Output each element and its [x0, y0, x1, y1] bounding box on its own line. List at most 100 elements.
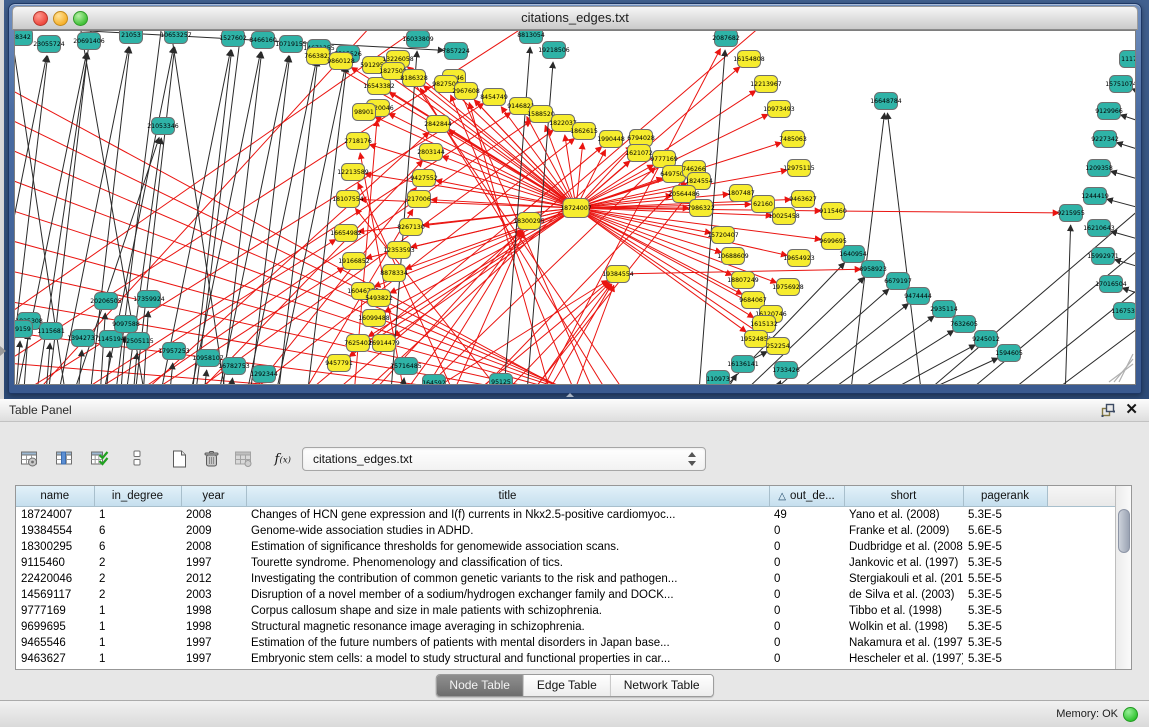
node-table-grid[interactable]: namein_degreeyeartitle△out_de...shortpag…	[16, 486, 1115, 667]
network-node[interactable]: 7485063	[779, 131, 807, 148]
network-node[interactable]: 18107554	[332, 191, 364, 208]
network-node[interactable]: 20206505	[90, 293, 122, 310]
table-cell[interactable]: 5.3E-5	[963, 635, 1047, 651]
network-node-hub[interactable]: 18724007	[560, 199, 592, 218]
network-node[interactable]: 12975115	[783, 160, 815, 177]
table-cell[interactable]: 0	[769, 539, 844, 555]
network-node[interactable]: 252254	[766, 338, 790, 355]
row-height-button[interactable]	[124, 445, 150, 471]
network-node[interactable]: 6794028	[627, 130, 655, 147]
table-row[interactable]: 911546021997Tourette syndrome. Phenomeno…	[16, 555, 1115, 571]
table-row[interactable]: 969969511998Structural magnetic resonanc…	[16, 619, 1115, 635]
table-cell[interactable]: Stergiakouli et al. (2012)	[844, 571, 963, 587]
table-cell[interactable]: 1	[94, 619, 181, 635]
table-cell[interactable]: Changes of HCN gene expression and I(f) …	[246, 507, 769, 524]
network-node[interactable]: 11172	[1120, 51, 1136, 68]
column-header-pagerank[interactable]: pagerank	[963, 486, 1047, 507]
table-cell[interactable]: Hescheler et al. (1997)	[844, 651, 963, 667]
column-header-short[interactable]: short	[844, 486, 963, 507]
network-node[interactable]: 1807487	[727, 185, 755, 202]
scrollbar-thumb[interactable]	[1118, 509, 1130, 553]
network-node[interactable]: 10688609	[717, 248, 749, 265]
network-view-window[interactable]: citations_edges.txt 18342230557242069140…	[8, 3, 1142, 394]
network-node[interactable]: 2087682	[712, 31, 740, 47]
table-cell[interactable]: 18300295	[16, 539, 94, 555]
table-cell[interactable]: 5.5E-5	[963, 571, 1047, 587]
table-cell[interactable]: 49	[769, 507, 844, 524]
network-node[interactable]: 95125	[490, 374, 513, 385]
network-node[interactable]: 1244419	[1081, 188, 1109, 205]
table-cell[interactable]: 2009	[181, 523, 246, 539]
table-cell[interactable]: 0	[769, 619, 844, 635]
column-header-title[interactable]: title	[246, 486, 769, 507]
table-cell[interactable]: 2003	[181, 587, 246, 603]
network-node[interactable]: 10653257	[160, 31, 192, 44]
network-node[interactable]: 16543382	[363, 78, 395, 95]
table-cell[interactable]: 6	[94, 523, 181, 539]
network-node[interactable]: 2935114	[930, 301, 958, 318]
memory-status-icon[interactable]	[1123, 707, 1138, 722]
table-selector-dropdown[interactable]: citations_edges.txt	[302, 447, 706, 471]
table-row[interactable]: 946554611997Estimation of the future num…	[16, 635, 1115, 651]
table-cell[interactable]: 22420046	[16, 571, 94, 587]
table-cell[interactable]: Jankovic et al. (1997)	[844, 555, 963, 571]
table-row[interactable]: 977716911998Corpus callosum shape and si…	[16, 603, 1115, 619]
network-node[interactable]: 19384554	[602, 266, 634, 283]
network-node[interactable]: 1615132	[750, 316, 778, 333]
column-header-in_degree[interactable]: in_degree	[94, 486, 181, 507]
table-cell[interactable]: 1	[94, 651, 181, 667]
network-node[interactable]: 12213967	[750, 76, 782, 93]
table-cell[interactable]: 0	[769, 523, 844, 539]
network-node[interactable]: 8466160	[249, 32, 277, 49]
network-node[interactable]: 9860128	[327, 53, 355, 70]
network-node[interactable]: 9457791	[325, 355, 353, 372]
network-node[interactable]: 16914479	[368, 335, 400, 352]
table-cell[interactable]: Corpus callosum shape and size in male p…	[246, 603, 769, 619]
network-node[interactable]: 1621072	[625, 145, 653, 162]
table-cell[interactable]: 9463627	[16, 651, 94, 667]
network-node[interactable]: 1209358	[1085, 160, 1113, 177]
network-node[interactable]: 1527602	[219, 31, 247, 47]
network-node[interactable]: 16136141	[727, 356, 759, 373]
table-cell[interactable]: 18724007	[16, 507, 94, 524]
network-node[interactable]: 17957253	[158, 343, 190, 360]
table-vertical-scrollbar[interactable]	[1115, 486, 1131, 669]
table-cell[interactable]: 9699695	[16, 619, 94, 635]
network-node[interactable]: 18807249	[727, 272, 759, 289]
table-cell[interactable]: 1	[94, 603, 181, 619]
table-row[interactable]: 1872400712008Changes of HCN gene express…	[16, 507, 1115, 524]
network-node[interactable]: 8454749	[480, 89, 508, 106]
network-node[interactable]: 16099488	[358, 310, 390, 327]
network-node[interactable]: 16654982	[330, 225, 362, 242]
table-row[interactable]: 946362711997Embryonic stem cells: a mode…	[16, 651, 1115, 667]
network-node[interactable]: 10025458	[768, 208, 800, 225]
network-node[interactable]: 9227342	[1091, 131, 1119, 148]
table-cell[interactable]: 2	[94, 571, 181, 587]
network-node[interactable]: 16648784	[870, 93, 902, 110]
network-node[interactable]: 9129966	[1095, 103, 1123, 120]
network-node[interactable]: 10719155	[275, 36, 307, 53]
network-node[interactable]: 1733426	[772, 362, 800, 379]
table-cell[interactable]: Estimation of the future numbers of pati…	[246, 635, 769, 651]
network-node[interactable]: 21053346	[147, 118, 179, 135]
network-node[interactable]: 23055724	[33, 36, 65, 53]
network-node[interactable]: 164592	[422, 375, 446, 385]
network-node[interactable]: 2967608	[452, 83, 480, 100]
table-cell[interactable]: 6	[94, 539, 181, 555]
network-node[interactable]: 1167534	[1111, 303, 1135, 320]
network-node[interactable]: 17359924	[133, 291, 165, 308]
network-node[interactable]: 62160	[752, 196, 775, 213]
table-cell[interactable]: Genome-wide association studies in ADHD.	[246, 523, 769, 539]
network-window-titlebar[interactable]: citations_edges.txt	[12, 6, 1138, 30]
table-cell[interactable]: Nakamura et al. (1997)	[844, 635, 963, 651]
table-cell[interactable]: Embryonic stem cells: a model to study s…	[246, 651, 769, 667]
column-header-out_de[interactable]: △out_de...	[769, 486, 844, 507]
network-node[interactable]: 1292344	[250, 366, 278, 383]
table-cell[interactable]: 1	[94, 635, 181, 651]
network-node[interactable]: 20691406	[73, 33, 105, 50]
table-cell[interactable]: Dudbridge et al. (2008)	[844, 539, 963, 555]
table-cell[interactable]: Franke et al. (2009)	[844, 523, 963, 539]
network-node[interactable]: 1594605	[995, 345, 1023, 362]
table-row[interactable]: 1456911722003Disruption of a novel membe…	[16, 587, 1115, 603]
network-node[interactable]: 10973493	[763, 101, 795, 118]
